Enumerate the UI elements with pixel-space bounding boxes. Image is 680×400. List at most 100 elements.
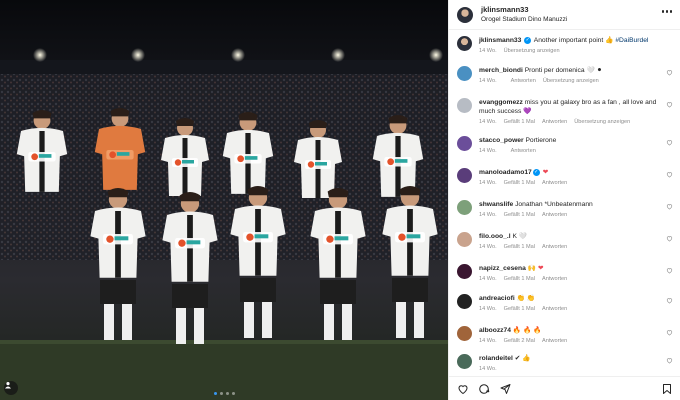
commenter-avatar[interactable] <box>457 136 472 151</box>
comment-likes[interactable]: Gefällt 1 Mal <box>504 306 535 312</box>
comment-time[interactable]: 14 Wo. <box>479 78 497 84</box>
comment-username[interactable]: shwanslife <box>479 201 513 208</box>
author-username[interactable]: jklinsmann33 <box>481 5 567 15</box>
comment-time[interactable]: 14 Wo. <box>479 366 497 372</box>
white-heart-emoji: 🤍 <box>518 233 528 240</box>
comment-reply[interactable]: Antworten <box>542 306 567 312</box>
comment-time[interactable]: 14 Wo. <box>479 276 497 282</box>
comment-time[interactable]: 14 Wo. <box>479 306 497 312</box>
commenter-avatar[interactable] <box>457 232 472 247</box>
post-header: jklinsmann33 Orogel Stadium Dino Manuzzi <box>449 0 680 30</box>
player-sock <box>396 302 406 338</box>
player-shorts <box>392 278 428 302</box>
carousel-dot <box>231 392 235 395</box>
comment-likes[interactable]: Gefällt 1 Mal <box>504 212 535 218</box>
caption-time[interactable]: 14 Wo. <box>479 48 497 54</box>
commenter-avatar[interactable] <box>457 326 472 341</box>
celebrating-emoji: 🙌 <box>527 265 537 272</box>
comments-panel: jklinsmann33 Orogel Stadium Dino Manuzzi… <box>448 0 680 400</box>
share-paper-plane-icon[interactable] <box>499 383 511 395</box>
player-sock <box>324 304 334 340</box>
comment-username[interactable]: rolandeitel <box>479 355 513 362</box>
comment-likes[interactable]: Gefällt 1 Mal <box>504 119 535 125</box>
comment-username[interactable]: merch_biondi <box>479 67 523 74</box>
comment-reply[interactable]: Antworten <box>542 244 567 250</box>
commenter-avatar[interactable] <box>457 98 472 113</box>
like-heart-icon[interactable] <box>457 383 469 395</box>
caption-avatar[interactable] <box>457 36 472 51</box>
comment-likes[interactable]: Gefällt 1 Mal <box>504 244 535 250</box>
comment-username[interactable]: filo.ooo_.l <box>479 233 511 240</box>
player-shorts <box>240 278 276 302</box>
comment-time[interactable]: 14 Wo. <box>479 338 497 344</box>
more-options-icon[interactable] <box>661 10 672 13</box>
comment-text: K <box>512 233 517 240</box>
comment-username[interactable]: manoloadamo17 <box>479 169 532 176</box>
verified-icon: ✓ <box>524 36 532 44</box>
comment-item: napizz_cesena 🙌 ❤ 14 Wo. Gefällt 1 Mal A… <box>457 264 675 282</box>
team-photo <box>0 0 448 400</box>
carousel-dot <box>213 392 217 395</box>
comment-likes[interactable]: Gefällt 1 Mal <box>504 276 535 282</box>
comment-time[interactable]: 14 Wo. <box>479 119 497 125</box>
caption: jklinsmann33 ✓ Another important point 👍… <box>457 36 675 54</box>
comment-item: rolandeitel ✔ 👍 14 Wo. <box>457 354 675 372</box>
comment-time[interactable]: 14 Wo. <box>479 212 497 218</box>
fire-emoji: 🔥 <box>512 327 522 334</box>
fire-emoji: 🔥 <box>523 327 532 334</box>
comment-like-heart-icon[interactable] <box>666 357 673 364</box>
commenter-avatar[interactable] <box>457 294 472 309</box>
comment-reply[interactable]: Antworten <box>542 212 567 218</box>
comment-time[interactable]: 14 Wo. <box>479 244 497 250</box>
player-sock <box>244 302 254 338</box>
comment-like-heart-icon[interactable] <box>666 297 673 304</box>
comment-bubble-icon[interactable] <box>478 383 490 395</box>
post-photo[interactable] <box>0 0 448 400</box>
commenter-avatar[interactable] <box>457 200 472 215</box>
comment-item: evanggomezz miss you at galaxy bro as a … <box>457 98 675 125</box>
comment-likes[interactable]: Gefällt 2 Mal <box>504 338 535 344</box>
red-heart-emoji: ❤ <box>542 169 549 176</box>
comment-text: Portierone <box>525 137 557 144</box>
comment-username[interactable]: alboozz74 <box>479 327 511 334</box>
caption-translate[interactable]: Übersetzung anzeigen <box>504 48 560 54</box>
comment-like-heart-icon[interactable] <box>666 203 673 210</box>
comment-text: Jonathan *Unbeatenmann <box>515 201 593 208</box>
comment-reply[interactable]: Antworten <box>542 119 567 125</box>
caption-username[interactable]: jklinsmann33 <box>479 37 521 44</box>
comment-translate[interactable]: Übersetzung anzeigen <box>574 119 630 125</box>
comment-reply[interactable]: Antworten <box>542 276 567 282</box>
comment-like-heart-icon[interactable] <box>666 267 673 274</box>
comment-like-heart-icon[interactable] <box>666 171 673 178</box>
comment-time[interactable]: 14 Wo. <box>479 180 497 186</box>
commenter-avatar[interactable] <box>457 354 472 369</box>
comment-reply[interactable]: Antworten <box>511 148 536 154</box>
comment-like-heart-icon[interactable] <box>666 101 673 108</box>
commenter-avatar[interactable] <box>457 264 472 279</box>
author-avatar[interactable] <box>457 6 473 23</box>
comment-username[interactable]: andreaciofi <box>479 295 515 302</box>
comment-reply[interactable]: Antworten <box>511 78 536 84</box>
comment-like-heart-icon[interactable] <box>666 69 673 76</box>
comment-username[interactable]: evanggomezz <box>479 99 523 106</box>
bookmark-save-icon[interactable] <box>661 383 673 395</box>
player-sock <box>122 304 132 340</box>
comment-time[interactable]: 14 Wo. <box>479 148 497 154</box>
comment-username[interactable]: napizz_cesena <box>479 265 526 272</box>
post-location[interactable]: Orogel Stadium Dino Manuzzi <box>481 15 567 25</box>
player-sock <box>414 302 424 338</box>
comment-like-heart-icon[interactable] <box>666 235 673 242</box>
comment-reply[interactable]: Antworten <box>542 338 567 344</box>
comment-likes[interactable]: Gefällt 1 Mal <box>504 180 535 186</box>
comments-list: jklinsmann33 ✓ Another important point 👍… <box>449 36 680 374</box>
comment-like-heart-icon[interactable] <box>666 139 673 146</box>
player-shorts <box>100 280 136 304</box>
comment-like-heart-icon[interactable] <box>666 329 673 336</box>
commenter-avatar[interactable] <box>457 66 472 81</box>
caption-hashtag[interactable]: #DaiBurdel <box>615 37 648 44</box>
commenter-avatar[interactable] <box>457 168 472 183</box>
post-actions-bar <box>449 376 680 400</box>
comment-reply[interactable]: Antworten <box>542 180 567 186</box>
comment-translate[interactable]: Übersetzung anzeigen <box>543 78 599 84</box>
comment-username[interactable]: stacco_power <box>479 137 524 144</box>
